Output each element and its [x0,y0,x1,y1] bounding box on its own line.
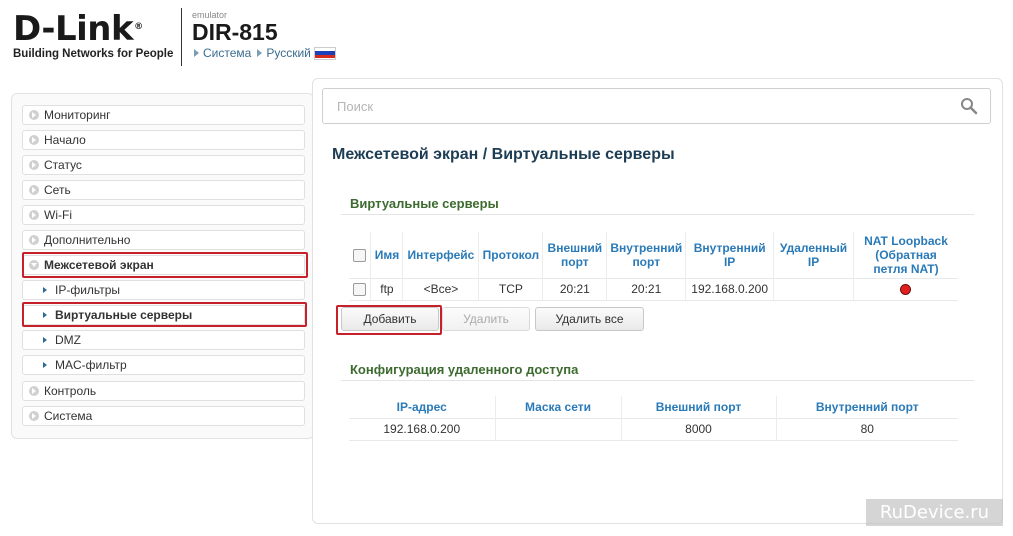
cell-nat-loopback [853,277,958,301]
row-checkbox[interactable] [353,283,367,297]
section-divider [341,380,974,381]
status-off-icon [900,284,912,296]
sidebar-item-label: Система [44,409,93,423]
sidebar-item-monitoring[interactable]: Мониторинг [22,105,305,125]
section-divider [341,214,974,215]
search-input[interactable]: Поиск [337,99,373,114]
header-breadcrumb: Система Русский [192,46,336,60]
arrow-bullet-icon [29,135,39,145]
logo-registered-mark: ® [134,22,143,32]
sidebar-item-label: IP-фильтры [55,283,121,297]
arrow-bullet-icon [29,210,39,220]
triangle-right-icon [194,49,199,57]
sidebar-item-ip-filters[interactable]: IP-фильтры [22,280,305,300]
device-model: DIR-815 [192,19,278,45]
column-header[interactable]: IP-адрес [349,396,496,418]
column-header[interactable]: Удаленный IP [773,232,854,278]
sidebar-item-label: Сеть [44,183,71,197]
sidebar-item-status[interactable]: Статус [22,155,305,175]
sidebar-item-advanced[interactable]: Дополнительно [22,230,305,250]
delete-button[interactable]: Удалить [442,307,530,331]
sidebar-item-label: DMZ [55,333,81,347]
dlink-logo: D-Link® Building Networks for People [13,12,173,60]
sidebar-item-label: Контроль [44,384,97,398]
cell-protocol: TCP [478,277,544,301]
sidebar-item-label: Wi-Fi [44,208,72,222]
sidebar-item-wifi[interactable]: Wi-Fi [22,205,305,225]
arrow-bullet-icon [29,185,39,195]
cell-interface: <Все> [402,277,480,301]
search-icon[interactable] [960,97,978,115]
column-header[interactable]: Внутренний порт [776,396,958,418]
cell-remote-ip [773,277,854,301]
search-box[interactable]: Поиск [322,88,991,124]
sidebar-item-network[interactable]: Сеть [22,180,305,200]
watermark: RuDevice.ru [866,499,1003,526]
virtual-servers-table: Имя Интерфейс Протокол Внешний порт Внут… [349,232,958,301]
column-header[interactable]: Внутренний порт [606,232,687,278]
chevron-right-icon [43,362,47,368]
row-select-cell [349,277,372,301]
sidebar-item-dmz[interactable]: DMZ [22,330,305,350]
highlight-firewall [22,252,308,278]
table-header-row: Имя Интерфейс Протокол Внешний порт Внут… [349,232,958,278]
language-link[interactable]: Русский [266,46,311,60]
cell-name: ftp [370,277,404,301]
arrow-bullet-icon [29,411,39,421]
arrow-bullet-icon [29,110,39,120]
cell-ext-port: 20:21 [542,277,608,301]
sidebar-item-label: Мониторинг [44,108,111,122]
cell-ip: 192.168.0.200 [349,417,496,441]
table-row[interactable]: ftp <Все> TCP 20:21 20:21 192.168.0.200 [349,277,958,301]
logo-tagline: Building Networks for People [13,48,174,60]
cell-int-ip: 192.168.0.200 [685,277,775,301]
column-header[interactable]: Внутренний IP [685,232,775,278]
sidebar-item-control[interactable]: Контроль [22,381,305,401]
cell-mask [495,417,622,441]
cell-int-port: 80 [776,417,958,441]
delete-all-button[interactable]: Удалить все [535,307,644,331]
select-all-checkbox[interactable] [353,248,367,262]
chevron-right-icon [43,287,47,293]
sidebar-item-label: Статус [44,158,82,172]
column-header[interactable]: Внешний порт [621,396,777,418]
triangle-right-icon [257,49,263,57]
sidebar-item-label: Начало [44,133,86,147]
main-panel [312,78,1003,524]
sidebar-item-mac-filter[interactable]: MAC-фильтр [22,355,305,375]
remote-access-table: IP-адрес Маска сети Внешний порт Внутрен… [349,396,958,441]
system-link[interactable]: Система [203,46,251,60]
column-header[interactable]: Интерфейс [402,232,480,278]
sidebar-item-label: Дополнительно [44,233,131,247]
header-divider [181,8,182,66]
arrow-bullet-icon [29,386,39,396]
cell-int-port: 20:21 [606,277,687,301]
device-header: emulator DIR-815 Система Русский [192,10,336,60]
section-title-virtual-servers: Виртуальные серверы [350,196,499,211]
highlight-virtual-servers [22,302,307,327]
highlight-add-button [336,305,442,335]
sidebar-item-label: MAC-фильтр [55,358,127,372]
column-header[interactable]: NAT Loopback (Обратная петля NAT) [853,232,958,278]
section-title-remote-access: Конфигурация удаленного доступа [350,362,579,377]
arrow-bullet-icon [29,160,39,170]
column-header[interactable]: Маска сети [495,396,622,418]
select-all-column [349,232,372,278]
page-title: Межсетевой экран / Виртуальные серверы [332,146,675,163]
logo-wordmark: D-Link® [13,9,143,49]
cell-ext-port: 8000 [621,417,777,441]
table-row[interactable]: 192.168.0.200 8000 80 [349,417,958,441]
table-header-row: IP-адрес Маска сети Внешний порт Внутрен… [349,396,958,418]
column-header[interactable]: Имя [370,232,404,278]
column-header[interactable]: Протокол [478,232,544,278]
sidebar-item-system[interactable]: Система [22,406,305,426]
russian-flag-icon[interactable] [313,46,336,60]
sidebar-item-start[interactable]: Начало [22,130,305,150]
chevron-right-icon [43,337,47,343]
column-header[interactable]: Внешний порт [542,232,608,278]
arrow-bullet-icon [29,235,39,245]
